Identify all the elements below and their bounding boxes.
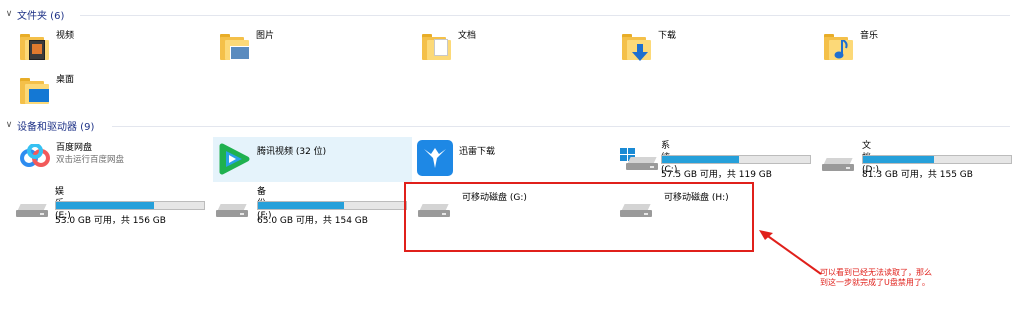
annotation-arrow-icon: [759, 230, 822, 275]
folder-label: 图片: [256, 31, 275, 41]
drive-usage-bar: [661, 155, 811, 164]
drive-free-space: 81.3 GB 可用，共 155 GB: [862, 170, 973, 180]
music-folder-icon: [824, 30, 856, 62]
folder-label: 桌面: [56, 75, 75, 85]
folder-item-music[interactable]: 音乐: [824, 30, 878, 62]
documents-folder-icon: [422, 30, 454, 62]
folder-item-videos[interactable]: 视频: [20, 30, 74, 62]
folders-group-title: 文件夹 (6): [17, 10, 65, 22]
chevron-down-icon: ∨: [5, 9, 13, 19]
drive-item-d[interactable]: 文档 (D:): [822, 140, 879, 175]
pictures-folder-icon: [220, 30, 252, 62]
folders-group-header[interactable]: ∨ 文件夹 (6): [4, 7, 65, 22]
drive-free-space: 53.0 GB 可用，共 156 GB: [55, 216, 166, 226]
folder-label: 下载: [658, 31, 677, 41]
annotation-text-line2: 到这一步就完成了U盘禁用了。: [820, 278, 930, 287]
app-label: 腾讯视频 (32 位): [257, 147, 327, 157]
tencent-video-icon: [215, 140, 253, 178]
folder-item-documents[interactable]: 文档: [422, 30, 476, 62]
drive-usage-bar: [55, 201, 205, 210]
chevron-down-icon: ∨: [5, 120, 13, 130]
drive-usage-bar: [862, 155, 1012, 164]
folders-group-divider: [80, 15, 1010, 16]
annotation-highlight-box: [404, 182, 754, 252]
drive-usage-fill-d: [863, 156, 935, 163]
folder-item-pictures[interactable]: 图片: [220, 30, 274, 62]
devices-group-header[interactable]: ∨ 设备和驱动器 (9): [4, 118, 95, 133]
xunlei-icon: [417, 140, 455, 178]
app-label: 迅雷下载: [459, 147, 496, 157]
desktop-folder-icon: [20, 74, 52, 106]
folder-label: 文档: [458, 31, 477, 41]
hard-drive-icon: [16, 186, 56, 218]
drive-usage-fill-c: [662, 156, 739, 163]
folder-label: 音乐: [860, 31, 879, 41]
windows-drive-icon: [620, 140, 660, 172]
drive-usage-fill-e: [56, 202, 154, 209]
downloads-folder-icon: [622, 30, 654, 62]
devices-group-title: 设备和驱动器 (9): [17, 121, 95, 133]
folder-label: 视频: [56, 31, 75, 41]
video-folder-icon: [20, 30, 52, 62]
app-item-tencent-video[interactable]: 腾讯视频 (32 位): [215, 140, 326, 178]
app-subtitle: 双击运行百度网盘: [56, 155, 125, 165]
devices-group-divider: [112, 126, 1010, 127]
folder-item-desktop[interactable]: 桌面: [20, 74, 74, 106]
hard-drive-icon: [216, 186, 256, 218]
app-label: 百度网盘: [56, 143, 93, 153]
drive-item-f[interactable]: 备份 (F:): [216, 186, 272, 221]
folder-item-downloads[interactable]: 下载: [622, 30, 676, 62]
drive-usage-bar: [257, 201, 407, 210]
drive-item-e[interactable]: 娱乐 (E:): [16, 186, 71, 221]
drive-usage-fill-f: [258, 202, 344, 209]
drive-free-space: 57.5 GB 可用，共 119 GB: [661, 170, 772, 180]
annotation-text-line1: 可以看到已经无法读取了，那么: [820, 268, 932, 277]
drive-item-c[interactable]: 系统 (C:): [620, 140, 677, 175]
baidu-netdisk-icon: [20, 142, 52, 174]
app-item-baidu-netdisk[interactable]: 百度网盘 双击运行百度网盘: [20, 142, 124, 174]
hard-drive-icon: [822, 140, 862, 172]
drive-free-space: 65.0 GB 可用，共 154 GB: [257, 216, 368, 226]
app-item-xunlei[interactable]: 迅雷下载: [417, 140, 495, 178]
